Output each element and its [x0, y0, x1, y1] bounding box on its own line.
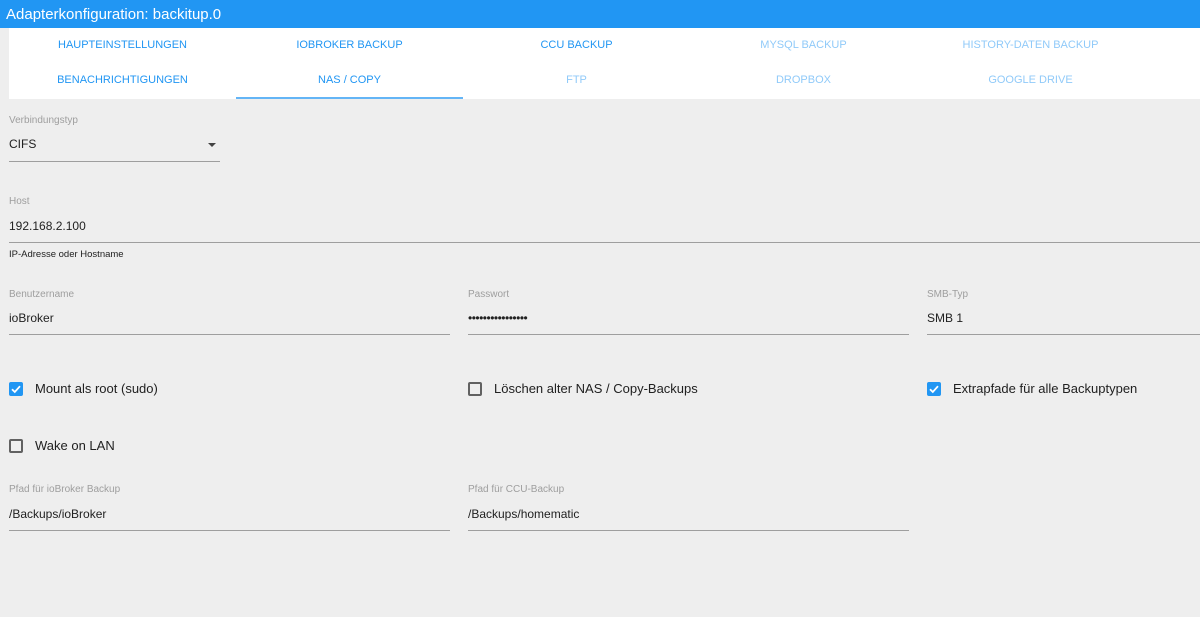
tab-benachrichtigungen[interactable]: Benachrichtigungen [9, 63, 236, 98]
tab-ccu-backup[interactable]: CCU Backup [463, 28, 690, 63]
tab-bar: Haupteinstellungen ioBroker Backup CCU B… [9, 28, 1200, 99]
connection-type-select[interactable]: Verbindungstyp CIFS [9, 115, 220, 163]
tab-history-daten-backup[interactable]: History-Daten Backup [917, 28, 1144, 63]
path-ccu-underline [468, 530, 909, 531]
path-ccu-label: Pfad für CCU-Backup [468, 484, 565, 495]
window-title: Adapterkonfiguration: backitup.0 [0, 0, 1200, 28]
path-ccu-field[interactable]: Pfad für CCU-Backup /Backups/homematic [468, 484, 909, 532]
checkbox-checked-icon [9, 381, 23, 396]
connection-type-underline [9, 161, 220, 162]
path-iobroker-field[interactable]: Pfad für ioBroker Backup /Backups/ioBrok… [9, 484, 450, 532]
host-underline [9, 242, 1200, 243]
active-tab-indicator [236, 97, 463, 99]
password-label: Passwort [468, 289, 510, 300]
host-helper-text: IP-Adresse oder Hostname [9, 249, 124, 260]
username-field[interactable]: Benutzername ioBroker [9, 289, 450, 337]
path-ccu-input[interactable]: /Backups/homematic [468, 507, 579, 521]
checkbox-checked-icon [927, 381, 941, 396]
tab-mysql-backup[interactable]: MySQL Backup [690, 28, 917, 63]
tab-haupteinstellungen[interactable]: Haupteinstellungen [9, 28, 236, 63]
extra-paths-checkbox[interactable]: Extrapfade für alle Backuptypen [927, 381, 1137, 396]
smb-type-label: SMB-Typ [927, 289, 969, 300]
path-iobroker-underline [9, 530, 450, 531]
wake-on-lan-checkbox[interactable]: Wake on LAN [9, 438, 115, 453]
extra-paths-label: Extrapfade für alle Backuptypen [953, 381, 1138, 396]
smb-type-underline [927, 334, 1200, 335]
checkbox-unchecked-icon [9, 438, 23, 453]
connection-type-label: Verbindungstyp [9, 115, 78, 126]
mount-root-checkbox[interactable]: Mount als root (sudo) [9, 381, 158, 396]
password-input[interactable]: •••••••••••••••• [468, 311, 528, 325]
tab-dropbox[interactable]: Dropbox [690, 63, 917, 98]
tab-iobroker-backup[interactable]: ioBroker Backup [236, 28, 463, 63]
checkbox-unchecked-icon [468, 381, 482, 396]
delete-old-backups-label: Löschen alter NAS / Copy-Backups [494, 381, 698, 396]
dropdown-arrow-icon [208, 143, 216, 147]
path-iobroker-label: Pfad für ioBroker Backup [9, 484, 121, 495]
connection-type-value: CIFS [9, 137, 37, 151]
host-label: Host [9, 196, 30, 207]
smb-type-input[interactable]: SMB 1 [927, 311, 963, 325]
mount-root-label: Mount als root (sudo) [35, 381, 158, 396]
username-label: Benutzername [9, 289, 75, 300]
username-underline [9, 334, 450, 335]
password-underline [468, 334, 909, 335]
tab-ftp[interactable]: FTP [463, 63, 690, 98]
host-field[interactable]: Host 192.168.2.100 IP-Adresse oder Hostn… [9, 196, 1200, 260]
path-iobroker-input[interactable]: /Backups/ioBroker [9, 507, 106, 521]
wake-on-lan-label: Wake on LAN [35, 438, 115, 453]
tab-google-drive[interactable]: Google Drive [917, 63, 1144, 98]
username-input[interactable]: ioBroker [9, 311, 54, 325]
host-input[interactable]: 192.168.2.100 [9, 219, 86, 233]
password-field[interactable]: Passwort •••••••••••••••• [468, 289, 909, 337]
smb-type-field[interactable]: SMB-Typ SMB 1 [927, 289, 1200, 337]
delete-old-backups-checkbox[interactable]: Löschen alter NAS / Copy-Backups [468, 381, 698, 396]
tab-nas-copy[interactable]: NAS / Copy [236, 63, 463, 98]
